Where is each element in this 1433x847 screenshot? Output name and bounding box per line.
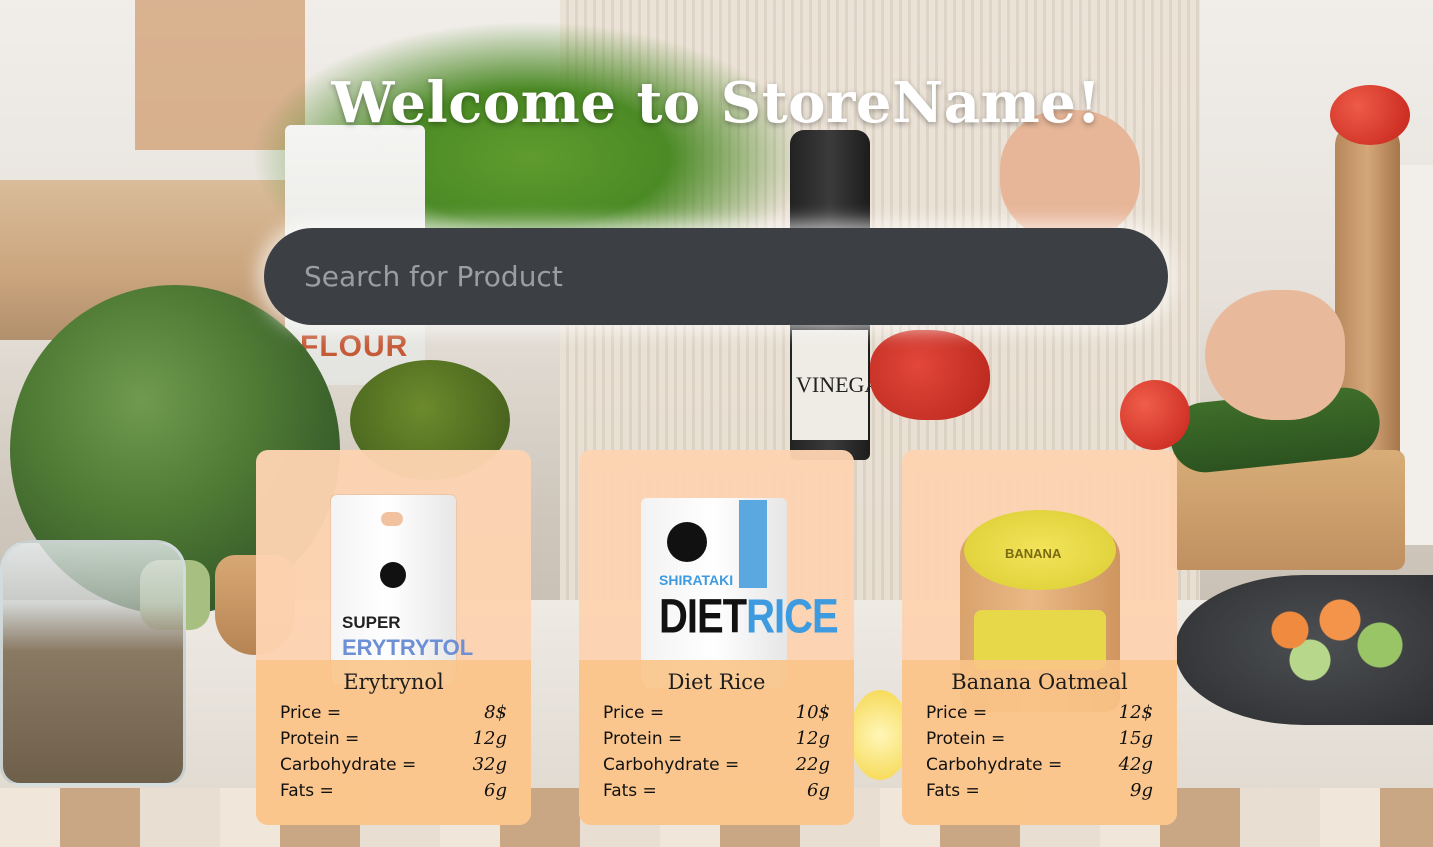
carbohydrate-row: Carbohydrate = 22g — [603, 754, 830, 780]
package-label: SHIRATAKI — [659, 572, 734, 588]
price-value: 10$ — [795, 702, 830, 723]
product-card[interactable]: BANANA Banana Oatmeal Price = 12$ Protei… — [902, 450, 1177, 825]
background-tomato — [1120, 380, 1190, 450]
carbohydrate-label: Carbohydrate = — [926, 755, 1063, 775]
protein-label: Protein = — [926, 729, 1006, 749]
fats-value: 6g — [484, 780, 507, 801]
carbohydrate-row: Carbohydrate = 42g — [926, 754, 1153, 780]
price-row: Price = 8$ — [280, 702, 507, 728]
fats-value: 9g — [1130, 780, 1153, 801]
search-input[interactable] — [302, 259, 1130, 294]
product-card[interactable]: SUPER ERYTRYTOL Erytrynol Price = 8$ Pro… — [256, 450, 531, 825]
protein-row: Protein = 15g — [926, 728, 1153, 754]
product-info: Diet Rice Price = 10$ Protein = 12g Carb… — [579, 660, 854, 825]
package-title-part: RICE — [746, 590, 839, 644]
carbohydrate-label: Carbohydrate = — [603, 755, 740, 775]
protein-value: 15g — [1118, 728, 1153, 749]
price-row: Price = 10$ — [603, 702, 830, 728]
protein-row: Protein = 12g — [280, 728, 507, 754]
background-hand — [1205, 290, 1345, 420]
brand-logo-icon — [667, 522, 707, 562]
welcome-heading: Welcome to StoreName! — [331, 70, 1102, 136]
product-card[interactable]: SHIRATAKI DIETRICE Diet Rice Price = 10$… — [579, 450, 854, 825]
fats-value: 6g — [807, 780, 830, 801]
package-title: DIETRICE — [659, 590, 839, 645]
price-label: Price = — [603, 703, 665, 723]
package-label: SUPER — [342, 613, 401, 632]
background-pepper — [870, 330, 990, 420]
product-info: Banana Oatmeal Price = 12$ Protein = 15g… — [902, 660, 1177, 825]
product-name: Erytrynol — [343, 670, 444, 694]
protein-value: 12g — [472, 728, 507, 749]
package-title-part: DIET — [659, 590, 747, 644]
carbohydrate-value: 32g — [472, 754, 507, 775]
package-notch — [381, 512, 403, 526]
fats-label: Fats = — [926, 781, 980, 801]
product-info: Erytrynol Price = 8$ Protein = 12g Carbo… — [256, 660, 531, 825]
package-label: ERYTRYTOL — [342, 635, 474, 660]
price-value: 8$ — [484, 702, 507, 723]
page: FLOUR VINEGAR Welcome to StoreName! Sear… — [0, 0, 1433, 847]
fats-row: Fats = 6g — [280, 780, 507, 806]
brand-logo-icon — [380, 562, 406, 588]
fats-row: Fats = 9g — [926, 780, 1153, 806]
search-bar[interactable] — [264, 228, 1168, 325]
protein-value: 12g — [795, 728, 830, 749]
fats-label: Fats = — [280, 781, 334, 801]
fats-row: Fats = 6g — [603, 780, 830, 806]
protein-label: Protein = — [280, 729, 360, 749]
background-flour-label: FLOUR — [300, 330, 409, 363]
carbohydrate-row: Carbohydrate = 32g — [280, 754, 507, 780]
package-stripe — [739, 500, 767, 588]
product-name: Banana Oatmeal — [951, 670, 1128, 694]
carbohydrate-value: 22g — [795, 754, 830, 775]
fats-label: Fats = — [603, 781, 657, 801]
price-row: Price = 12$ — [926, 702, 1153, 728]
background-jar — [0, 540, 186, 786]
price-label: Price = — [280, 703, 342, 723]
price-value: 12$ — [1118, 702, 1153, 723]
carbohydrate-value: 42g — [1118, 754, 1153, 775]
protein-row: Protein = 12g — [603, 728, 830, 754]
package-label: BANANA — [1005, 546, 1062, 561]
background-lemon — [850, 690, 910, 780]
price-label: Price = — [926, 703, 988, 723]
background-vegetables — [1230, 590, 1430, 690]
protein-label: Protein = — [603, 729, 683, 749]
carbohydrate-label: Carbohydrate = — [280, 755, 417, 775]
product-name: Diet Rice — [667, 670, 766, 694]
